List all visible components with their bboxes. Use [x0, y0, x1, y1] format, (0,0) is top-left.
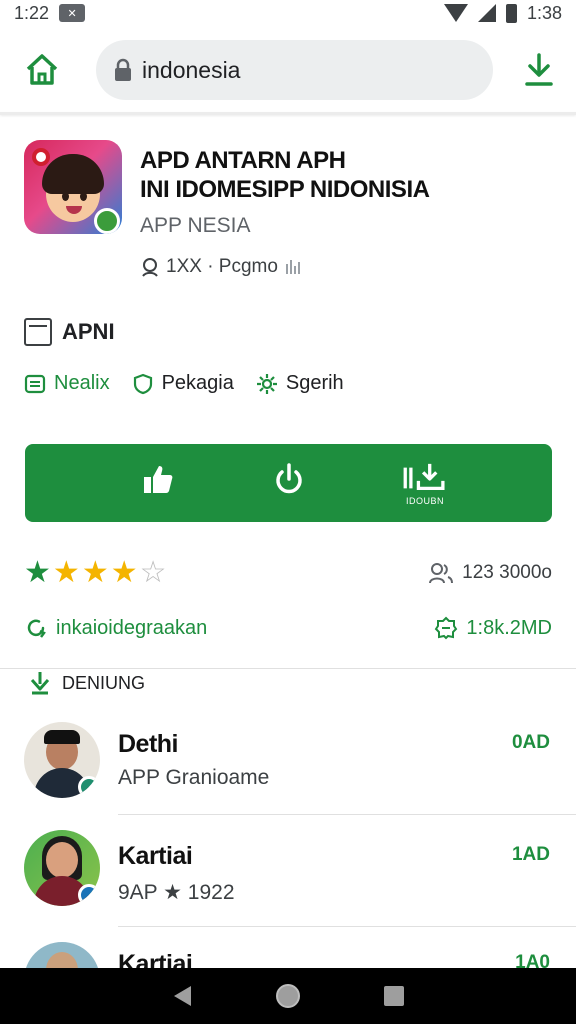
install-icon	[403, 463, 445, 490]
back-icon[interactable]	[171, 984, 193, 1008]
shield-icon	[133, 373, 152, 394]
home-nav-icon[interactable]	[275, 983, 301, 1009]
badge-icon	[435, 616, 458, 640]
item-divider	[118, 814, 576, 815]
rating-stars[interactable]: ★ ★ ★ ★ ☆	[24, 558, 167, 588]
users-icon	[429, 563, 454, 584]
status-time-right: 1:38	[526, 2, 562, 23]
install-caption: IDOUBN	[405, 496, 444, 506]
section-heading: APNI	[24, 318, 115, 346]
list-item[interactable]: Dethi APP Granioame 0AD	[0, 712, 576, 824]
search-bar[interactable]: indonesia	[96, 40, 493, 100]
star-icon: ★	[110, 556, 138, 589]
app-meta-text: 1XX · Pcgmo	[166, 256, 278, 277]
star-icon: ★	[52, 556, 80, 589]
notification-icon: ✕	[59, 4, 86, 22]
refresh-icon	[27, 619, 46, 638]
star-icon: ★	[81, 556, 109, 589]
item-subtitle: 9AP ★ 1922	[118, 881, 235, 904]
wifi-icon	[443, 4, 468, 22]
signal-icon	[477, 4, 496, 22]
app-icon[interactable]	[24, 140, 122, 234]
like-button[interactable]	[141, 462, 175, 506]
flag-icon	[32, 148, 50, 166]
section-divider	[0, 668, 576, 669]
app-title: APD ANTARN APH INI IDOMESIPP NIDONISIA	[140, 146, 560, 204]
install-button[interactable]: IDOUBN	[400, 462, 450, 506]
list-item[interactable]: Kartiai 9AP ★ 1922 1AD	[0, 822, 576, 934]
document-icon	[24, 318, 52, 346]
info-left-text: inkaioidegraakan	[56, 616, 208, 639]
chip-label: Sgerih	[285, 372, 344, 394]
info-right: 1:8k.2MD	[434, 616, 552, 640]
downloads-heading-text: DENIUNG	[62, 672, 146, 693]
chip-sgerih[interactable]: Sgerih	[256, 372, 344, 395]
verified-icon	[78, 884, 100, 906]
system-nav-bar	[0, 968, 576, 1024]
recents-icon[interactable]	[383, 985, 405, 1007]
item-action[interactable]: 0AD	[512, 732, 550, 754]
section-heading-label: APNI	[62, 319, 115, 344]
download-arrow-icon	[30, 672, 50, 695]
verified-icon	[78, 776, 100, 798]
status-time-left: 1:22	[14, 2, 50, 23]
verified-badge-icon	[94, 208, 120, 234]
downloads-heading: DENIUNG	[28, 670, 145, 696]
top-divider	[0, 112, 576, 115]
power-icon	[276, 463, 302, 494]
info-left[interactable]: inkaioidegraakan	[24, 616, 207, 640]
app-title-line: INI IDOMESIPP NIDONISIA	[140, 176, 430, 203]
avatar	[24, 830, 100, 906]
chip-pekagia[interactable]: Pekagia	[132, 372, 234, 395]
bars-icon	[285, 260, 300, 274]
rating-row: ★ ★ ★ ★ ☆ 123 3000o	[24, 558, 552, 588]
action-bar: IDOUBN	[25, 444, 552, 522]
app-title-line: APD ANTARN APH	[140, 147, 346, 174]
battery-icon	[505, 3, 517, 23]
avatar	[24, 722, 100, 798]
info-right-text: 1:8k.2MD	[466, 616, 552, 639]
app-developer[interactable]: APP NESIA	[140, 214, 251, 238]
info-row: inkaioidegraakan 1:8k.2MD	[24, 616, 552, 640]
thumbs-up-icon	[144, 466, 173, 493]
chip-label: Pekagia	[161, 372, 234, 394]
star-icon: ★	[24, 556, 51, 589]
chip-label: Nealix	[54, 372, 110, 394]
star-icon: ☆	[139, 556, 167, 589]
status-bar: 1:22 ✕ 1:38	[0, 0, 576, 26]
download-icon[interactable]	[522, 52, 556, 88]
review-count-text: 123 3000o	[462, 562, 552, 583]
home-icon[interactable]	[24, 52, 60, 88]
chip-nealix[interactable]: Nealix	[24, 372, 110, 395]
top-bar: indonesia	[0, 38, 576, 104]
item-name: Kartiai	[118, 842, 193, 870]
item-subtitle: APP Granioame	[118, 766, 270, 789]
list-icon	[24, 374, 46, 393]
review-count: 123 3000o	[428, 561, 552, 585]
gear-icon	[256, 373, 277, 394]
lock-icon	[115, 58, 131, 81]
item-name: Dethi	[118, 730, 179, 758]
search-input[interactable]: indonesia	[142, 57, 240, 84]
item-action[interactable]: 1AD	[512, 844, 550, 866]
app-meta: 1XX · Pcgmo	[140, 256, 302, 278]
power-button[interactable]	[272, 462, 306, 506]
item-divider	[118, 926, 576, 927]
user-icon	[142, 258, 158, 277]
feature-chips: Nealix Pekagia Sgerih	[24, 372, 344, 395]
